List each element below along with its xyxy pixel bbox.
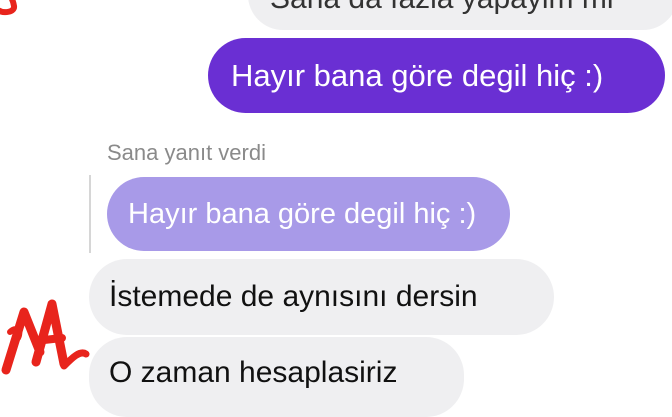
red-scribble-top-icon: [0, 0, 17, 16]
outgoing-message-bubble[interactable]: Hayır bana göre degil hiç :): [208, 38, 665, 113]
reply-divider: [89, 175, 91, 253]
quoted-reply-bubble[interactable]: Hayır bana göre degil hiç :): [107, 177, 510, 251]
message-text: Sana da fazla yapayim mi: [270, 0, 614, 16]
message-text: İstemede de aynısını dersin: [109, 280, 478, 313]
message-text: Hayır bana göre degil hiç :): [231, 57, 604, 93]
message-text: O zaman hesaplasiriz: [109, 356, 398, 389]
incoming-message-bubble[interactable]: İstemede de aynısını dersin: [89, 259, 554, 335]
incoming-message-bubble[interactable]: O zaman hesaplasiriz: [89, 337, 464, 417]
quoted-text: Hayır bana göre degil hiç :): [128, 197, 477, 230]
reply-indicator-label: Sana yanıt verdi: [107, 140, 266, 165]
red-scribble-annotation-icon: [1, 299, 90, 375]
message-bubble-partial[interactable]: Sana da fazla yapayim mi: [248, 0, 672, 30]
